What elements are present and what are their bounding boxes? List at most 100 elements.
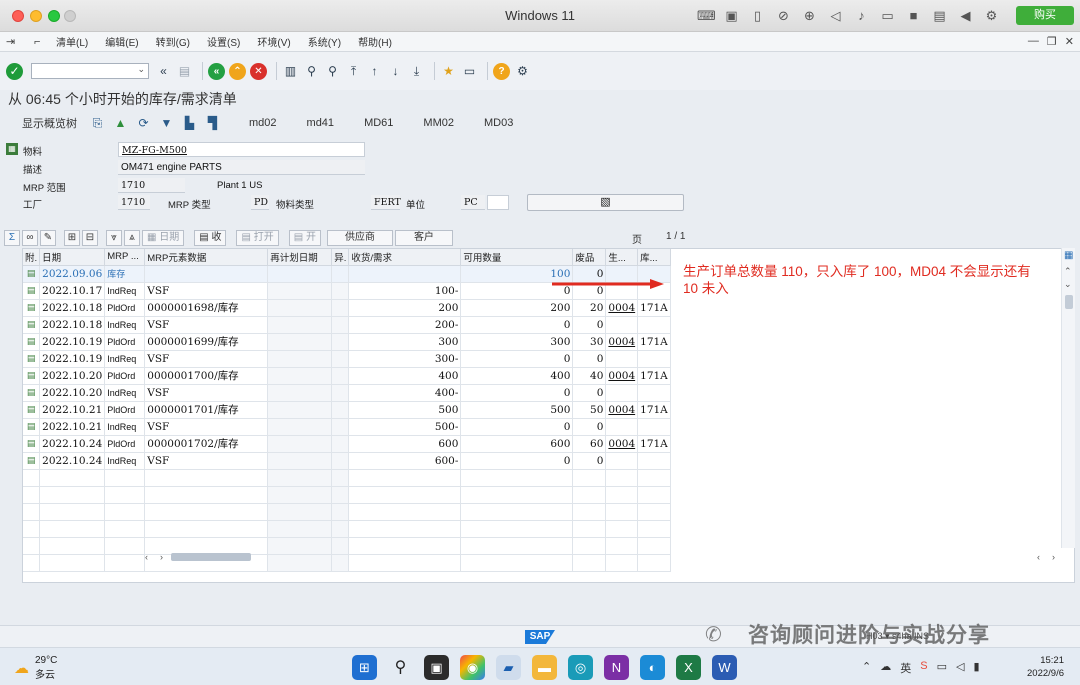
table-row[interactable]: ▤ 2022.10.20 IndReq VSF 400- 0 0	[23, 384, 671, 402]
scroll-left-icon[interactable]: ‹	[1037, 552, 1040, 562]
cell-mrp-element[interactable]: IndReq	[104, 418, 146, 436]
cell-mrp-element[interactable]: 库存	[104, 265, 146, 283]
open-button[interactable]: ▤ 打开	[236, 230, 279, 246]
col-date[interactable]: 日期	[39, 249, 106, 266]
cell-date[interactable]: 2022.10.18	[39, 316, 106, 334]
md61-button[interactable]: MD61	[364, 117, 393, 129]
row-detail-icon[interactable]: ▤	[23, 418, 41, 436]
cell-production-version[interactable]	[605, 418, 639, 436]
speaker-icon[interactable]: ◁	[827, 7, 844, 24]
find-next-icon[interactable]: ⚲	[324, 63, 341, 80]
battery-icon[interactable]: ▮	[973, 660, 979, 676]
cell-element-data[interactable]: 0000001701/库存	[144, 401, 269, 419]
customer-button[interactable]: 客户	[394, 230, 453, 246]
cell-exception[interactable]	[331, 316, 350, 334]
cell-scrap[interactable]: 50	[572, 401, 607, 419]
cell-date[interactable]: 2022.09.06	[39, 265, 106, 283]
table-row[interactable]: ▤ 2022.10.21 PldOrd 0000001701/库存 500 500 50 00…	[23, 401, 671, 419]
cell-storage-location[interactable]	[637, 418, 671, 436]
search-icon[interactable]: ⚲	[388, 655, 413, 680]
new-session-icon[interactable]: ★	[440, 63, 457, 80]
cell-production-version[interactable]: 0004	[605, 401, 639, 419]
cell-scrap[interactable]: 20	[572, 299, 607, 317]
cell-element-data[interactable]: VSF	[144, 384, 269, 402]
date-button[interactable]: ▦ 日期	[142, 230, 185, 246]
cell-mrp-element[interactable]: IndReq	[104, 384, 146, 402]
mm02-button[interactable]: MM02	[423, 117, 454, 129]
cell-date[interactable]: 2022.10.20	[39, 367, 106, 385]
cell-mrp-element[interactable]: IndReq	[104, 316, 146, 334]
cell-reschedule-date[interactable]	[267, 333, 333, 351]
menu-settings[interactable]: 设置(S)	[207, 34, 240, 49]
buy-button[interactable]: 购买	[1016, 6, 1074, 25]
sogou-icon[interactable]: S	[920, 660, 927, 676]
table-row[interactable]: ▤ 2022.10.19 PldOrd 0000001699/库存 300 300 30 00…	[23, 333, 671, 351]
cell-exception[interactable]	[331, 452, 350, 470]
detail-icon[interactable]: ⎘	[89, 115, 106, 132]
find-icon[interactable]: ⚲	[303, 63, 320, 80]
cell-reschedule-date[interactable]	[267, 299, 333, 317]
restore-icon[interactable]: ❐	[1047, 35, 1057, 48]
table-row[interactable]: ▤ 2022.10.18 IndReq VSF 200- 0 0	[23, 316, 671, 334]
shortcut-icon[interactable]: ▭	[461, 63, 478, 80]
chrome-icon[interactable]: ◉	[460, 655, 485, 680]
scroll-up-icon[interactable]: ⌃	[1064, 266, 1072, 277]
scroll-thumb[interactable]	[1065, 295, 1073, 309]
row-detail-icon[interactable]: ▤	[23, 367, 41, 385]
cell-receipt-requirement[interactable]: 300-	[348, 350, 462, 368]
col-production-version[interactable]: 生...	[605, 249, 639, 266]
back-icon[interactable]: ◀	[957, 7, 974, 24]
table-row[interactable]: ▤ 2022.10.24 IndReq VSF 600- 0 0	[23, 452, 671, 470]
cell-receipt-requirement[interactable]: 200	[348, 299, 462, 317]
table-row[interactable]: ▤ 2022.10.20 PldOrd 0000001700/库存 400 400 40 00…	[23, 367, 671, 385]
cell-date[interactable]: 2022.10.17	[39, 282, 106, 300]
cell-receipt-requirement[interactable]: 500-	[348, 418, 462, 436]
volume-icon[interactable]: ◁	[956, 660, 964, 676]
collapse-tree-icon[interactable]: ⊟	[82, 230, 98, 246]
scroll-down-icon[interactable]: ⌄	[1064, 279, 1072, 290]
windows-start-icon[interactable]: ⊞	[352, 655, 377, 680]
help-icon[interactable]: ?	[493, 62, 510, 80]
cell-reschedule-date[interactable]	[267, 265, 333, 283]
cell-storage-location[interactable]	[637, 350, 671, 368]
cell-receipt-requirement[interactable]: 400	[348, 367, 462, 385]
cell-production-version[interactable]	[605, 452, 639, 470]
menu-system[interactable]: 系统(Y)	[308, 34, 341, 49]
cell-mrp-element[interactable]: PldOrd	[104, 401, 146, 419]
save-icon[interactable]: ▤	[176, 63, 193, 80]
back-icon[interactable]: «	[208, 62, 225, 80]
col-mrp-element[interactable]: MRP ...	[104, 249, 146, 266]
monitor-icon[interactable]: ▭	[937, 660, 947, 676]
customize-icon[interactable]: ⌐	[34, 36, 46, 48]
ime-icon[interactable]: 英	[900, 660, 911, 676]
cell-reschedule-date[interactable]	[267, 435, 333, 453]
cell-receipt-requirement[interactable]: 200-	[348, 316, 462, 334]
cell-exception[interactable]	[331, 367, 350, 385]
cell-reschedule-date[interactable]	[267, 316, 333, 334]
sap-gui-icon[interactable]: ◎	[568, 655, 593, 680]
collapse-icon[interactable]: ▜	[204, 115, 221, 132]
menu-list[interactable]: 清单(L)	[56, 34, 88, 49]
task-view-icon[interactable]: ▣	[424, 655, 449, 680]
material-field[interactable]: MZ-FG-M500	[118, 142, 365, 157]
cell-available-qty[interactable]: 400	[460, 367, 574, 385]
print-icon[interactable]: ▥	[282, 63, 299, 80]
cell-reschedule-date[interactable]	[267, 384, 333, 402]
first-page-icon[interactable]: ⤒	[345, 63, 362, 80]
sap-logon-icon[interactable]: ▰	[496, 655, 521, 680]
cell-available-qty[interactable]: 200	[460, 299, 574, 317]
cell-available-qty[interactable]: 0	[460, 316, 574, 334]
cell-element-data[interactable]: VSF	[144, 282, 269, 300]
cell-receipt-requirement[interactable]: 100-	[348, 282, 462, 300]
scroll-thumb[interactable]	[171, 553, 251, 561]
cell-production-version[interactable]: 0004	[605, 299, 639, 317]
md03-button[interactable]: MD03	[484, 117, 513, 129]
col-receipt-requirement[interactable]: 收货/需求	[348, 249, 462, 266]
row-detail-icon[interactable]: ▤	[23, 350, 41, 368]
cell-element-data[interactable]: 0000001702/库存	[144, 435, 269, 453]
table-row[interactable]: ▤ 2022.10.19 IndReq VSF 300- 0 0	[23, 350, 671, 368]
cell-date[interactable]: 2022.10.21	[39, 418, 106, 436]
cell-storage-location[interactable]: 171A	[637, 299, 671, 317]
cell-available-qty[interactable]: 0	[460, 452, 574, 470]
keyboard-icon[interactable]: ⌨	[697, 7, 716, 24]
